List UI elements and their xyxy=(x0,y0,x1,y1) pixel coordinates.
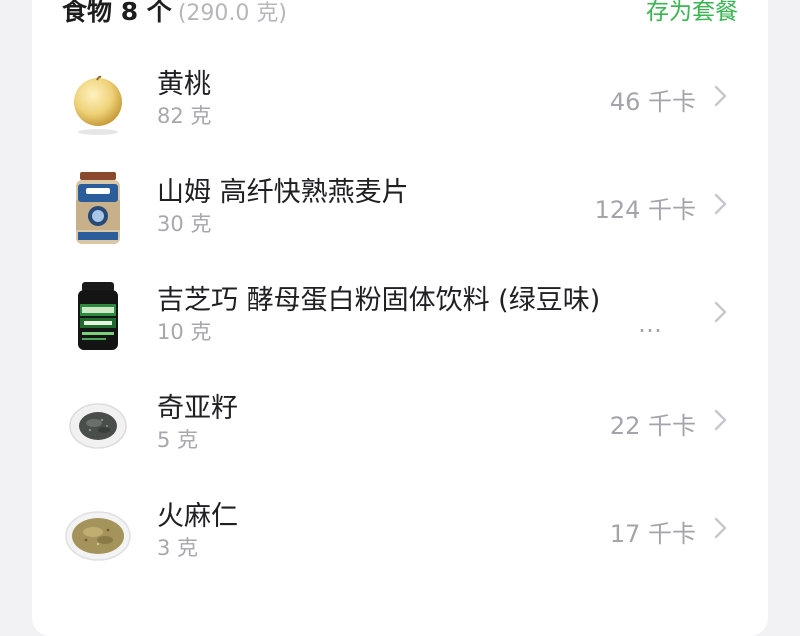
food-weight: 5 克 xyxy=(157,428,199,452)
food-name: 奇亚籽 xyxy=(157,393,238,424)
chevron-right-icon xyxy=(710,189,730,219)
yellow-peach-icon xyxy=(60,62,136,138)
food-name: 吉芝巧 酵母蛋白粉固体饮料 (绿豆味) xyxy=(157,285,601,316)
food-calories: 22 千卡 xyxy=(609,412,696,440)
food-list-header: 食物 8 个 (290.0 克) 存为套餐 xyxy=(62,0,738,28)
hemp-seeds-plate-icon xyxy=(60,494,136,570)
chevron-right-icon xyxy=(710,81,730,111)
food-list: 黄桃 82 克 46 千卡 山姆 高纤快熟燕麦片 30 克 124 千卡 吉芝巧… xyxy=(32,50,768,590)
food-item-oatmeal[interactable]: 山姆 高纤快熟燕麦片 30 克 124 千卡 xyxy=(32,158,768,266)
total-weight-label: (290.0 克) xyxy=(177,1,287,26)
food-count-title: 食物 8 个 (290.0 克) xyxy=(62,0,287,28)
food-calories: 46 千卡 xyxy=(609,88,696,116)
chevron-right-icon xyxy=(710,405,730,435)
food-name: 火麻仁 xyxy=(157,501,238,532)
food-weight: 3 克 xyxy=(157,536,199,560)
food-weight: 10 克 xyxy=(157,320,212,344)
food-calories: … xyxy=(638,310,664,338)
food-item-hemp-seeds[interactable]: 火麻仁 3 克 17 千卡 xyxy=(32,482,768,590)
food-item-yellow-peach[interactable]: 黄桃 82 克 46 千卡 xyxy=(32,50,768,158)
food-count-label: 食物 8 个 xyxy=(62,0,172,26)
protein-powder-tub-icon xyxy=(60,278,136,354)
food-name: 黄桃 xyxy=(157,69,211,100)
chevron-right-icon xyxy=(710,297,730,327)
food-weight: 82 克 xyxy=(157,104,212,128)
food-item-protein-powder[interactable]: 吉芝巧 酵母蛋白粉固体饮料 (绿豆味) 10 克 … xyxy=(32,266,768,374)
food-name: 山姆 高纤快熟燕麦片 xyxy=(157,177,409,208)
save-as-meal-button[interactable]: 存为套餐 xyxy=(646,0,738,26)
food-item-chia-seeds[interactable]: 奇亚籽 5 克 22 千卡 xyxy=(32,374,768,482)
food-list-card: 食物 8 个 (290.0 克) 存为套餐 黄桃 82 克 46 千卡 山姆 高… xyxy=(32,0,768,636)
food-weight: 30 克 xyxy=(157,212,212,236)
food-calories: 124 千卡 xyxy=(594,196,696,224)
chevron-right-icon xyxy=(710,513,730,543)
food-calories: 17 千卡 xyxy=(609,520,696,548)
oatmeal-jar-icon xyxy=(60,170,136,246)
chia-seeds-bowl-icon xyxy=(60,386,136,462)
